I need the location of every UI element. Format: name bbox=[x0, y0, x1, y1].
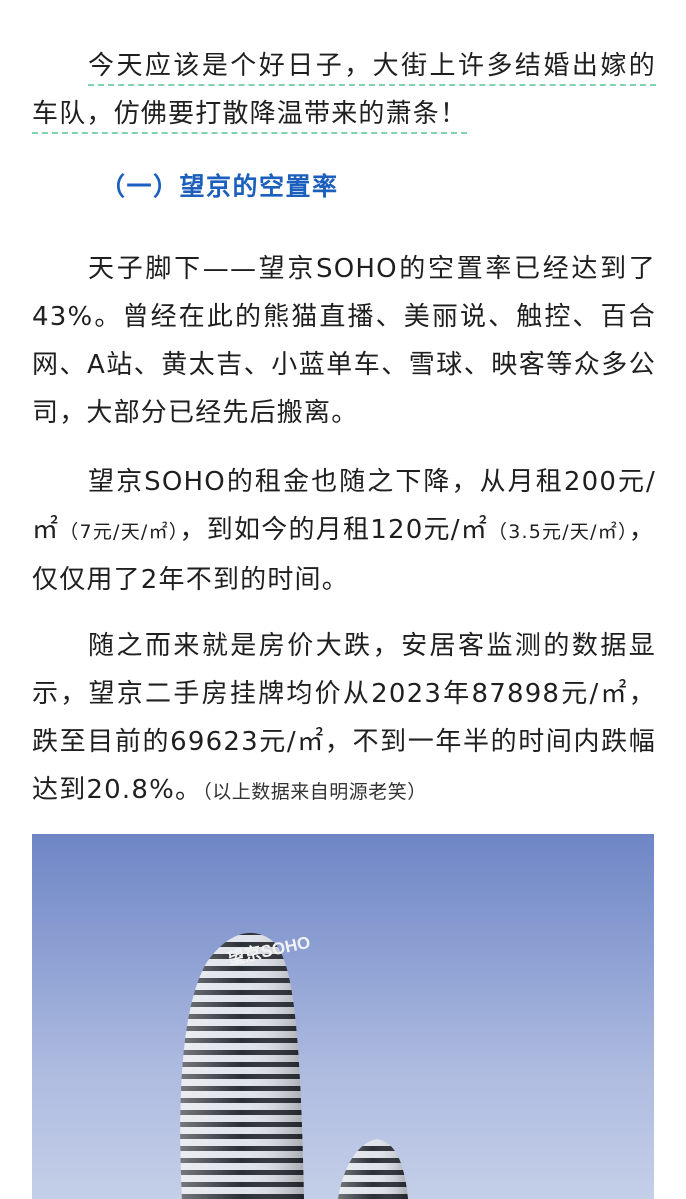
section-heading: （一）望京的空置率 bbox=[100, 172, 339, 201]
paragraph-intro: 今天应该是个好日子，大街上许多结婚出嫁的车队，仿佛要打散降温带来的萧条！ bbox=[32, 42, 656, 138]
tower-illustration: 望京SOHO bbox=[180, 932, 408, 1199]
price-text: 随之而来就是房价大跌，安居客监测的数据显示，望京二手房挂牌均价从2023年878… bbox=[32, 631, 656, 805]
wangjing-soho-photo[interactable]: 望京SOHO bbox=[32, 834, 654, 1199]
paragraph-vacancy: 天子脚下——望京SOHO的空置率已经达到了43%。曾经在此的熊猫直播、美丽说、触… bbox=[32, 254, 656, 428]
source-note: （以上数据来自明源老笑） bbox=[202, 781, 427, 803]
rent-daily-new: （3.5元/天/㎡） bbox=[487, 521, 629, 543]
paragraph-rent: 望京SOHO的租金也随之下降，从月租200元/㎡（7元/天/㎡），到如今的月租1… bbox=[32, 458, 656, 604]
highlighted-text[interactable]: 今天应该是个好日子，大街上许多结婚出嫁的车队，仿佛要打散降温带来的萧条！ bbox=[32, 51, 656, 134]
rent-daily-old: （7元/天/㎡） bbox=[59, 521, 180, 543]
article: 今天应该是个好日子，大街上许多结婚出嫁的车队，仿佛要打散降温带来的萧条！ （一）… bbox=[0, 0, 686, 1199]
paragraph-price: 随之而来就是房价大跌，安居客监测的数据显示，望京二手房挂牌均价从2023年878… bbox=[32, 622, 656, 816]
rent-text-2: ，到如今的月租120元/㎡ bbox=[179, 515, 488, 545]
